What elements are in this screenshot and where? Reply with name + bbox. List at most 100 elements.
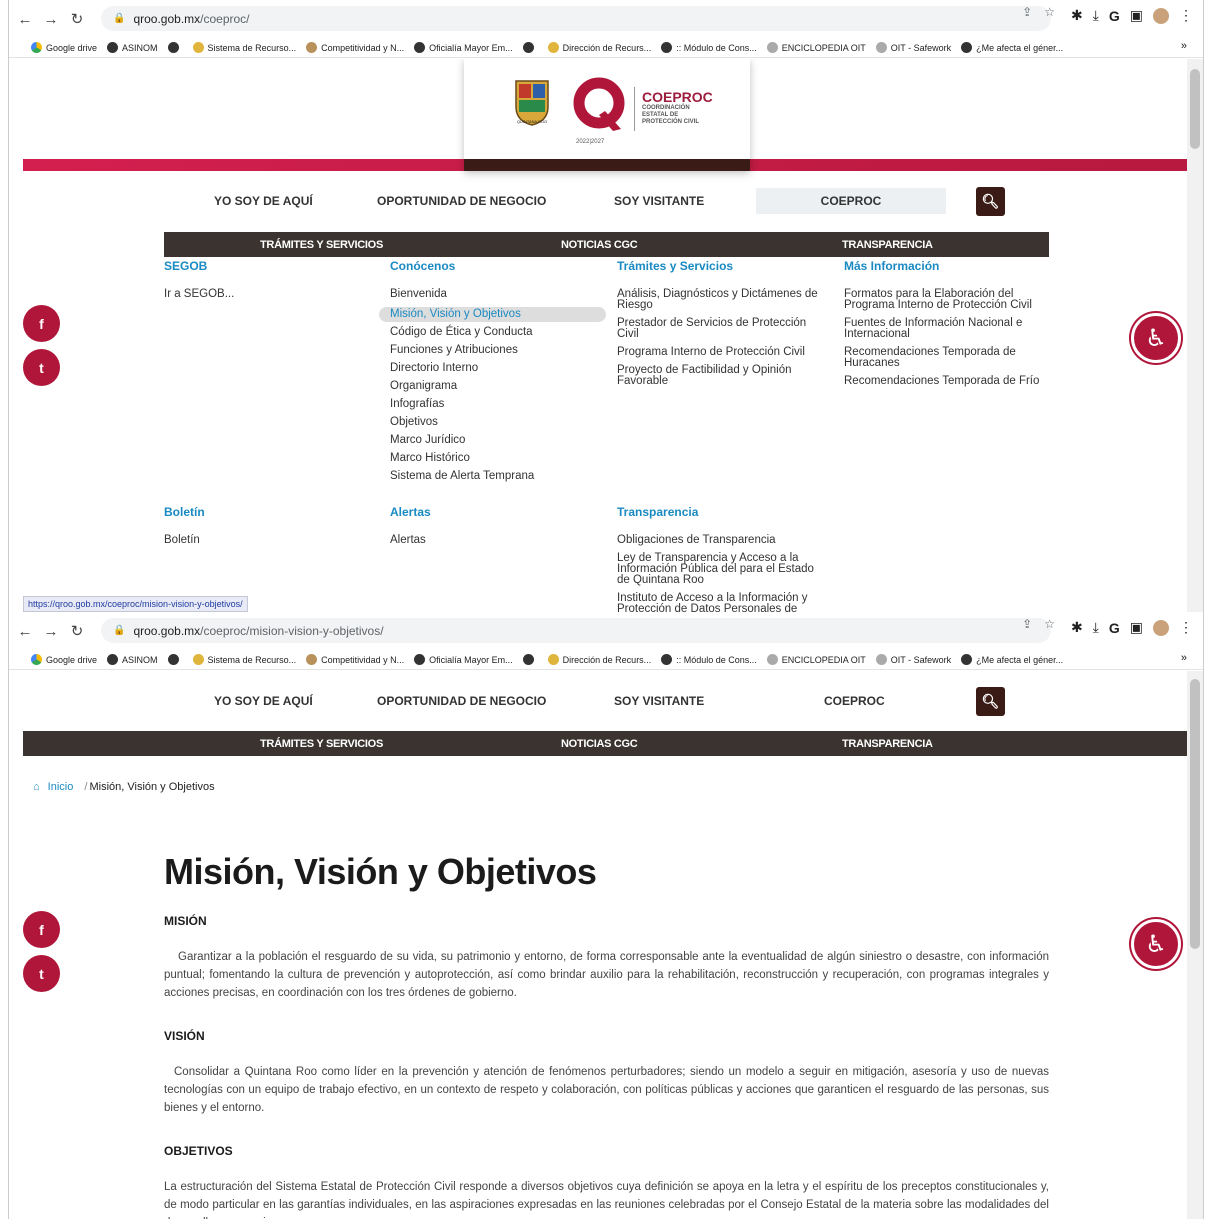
menu-item[interactable]: Funciones y Atribuciones <box>390 344 595 356</box>
nav-coeproc[interactable]: COEPROC <box>824 694 885 708</box>
sidepanel-icon[interactable]: ▣ <box>1130 7 1143 24</box>
menu-heading-conocenos[interactable]: Conócenos <box>390 259 606 273</box>
bookmarks-more-icon[interactable]: » <box>1181 40 1187 52</box>
nav-tramites-y-servicios[interactable]: TRÁMITES Y SERVICIOS <box>260 738 383 750</box>
facebook-icon[interactable]: f <box>23 911 60 948</box>
menu-heading-transparencia[interactable]: Transparencia <box>617 505 822 519</box>
bookmark-item[interactable]: OIT - Safework <box>875 654 951 665</box>
bookmark-item[interactable]: ¿Me afecta el géner... <box>961 42 1063 53</box>
menu-item[interactable]: Marco Histórico <box>390 452 595 464</box>
bookmark-star-icon[interactable]: ☆ <box>1044 5 1055 19</box>
menu-item[interactable]: Bienvenida <box>390 288 595 300</box>
scrollbar-thumb[interactable] <box>1190 69 1200 149</box>
bookmark-item[interactable]: Competitividad y N... <box>306 42 404 53</box>
bookmark-item[interactable]: Google drive <box>31 654 97 665</box>
bookmark-item[interactable]: Competitividad y N... <box>306 654 404 665</box>
menu-heading-boletin[interactable]: Boletín <box>164 505 369 519</box>
nav-soy-visitante[interactable]: SOY VISITANTE <box>614 694 704 708</box>
twitter-icon[interactable]: t <box>23 955 60 992</box>
menu-item[interactable]: Infografías <box>390 398 595 410</box>
reload-icon[interactable]: ↻ <box>67 622 87 640</box>
menu-item[interactable]: Recomendaciones Temporada de Huracanes <box>844 346 1049 369</box>
search-button[interactable]: 🔍︎ <box>976 186 1005 216</box>
nav-soy-visitante[interactable]: SOY VISITANTE <box>614 194 704 208</box>
menu-heading-mas-informacion[interactable]: Más Información <box>844 259 1049 273</box>
menu-item[interactable]: Prestador de Servicios de Protección Civ… <box>617 317 822 340</box>
bookmark-item[interactable]: OIT - Safework <box>875 42 951 53</box>
menu-item[interactable]: Organigrama <box>390 380 595 392</box>
bookmark-item[interactable]: Sistema de Recurso... <box>192 42 296 53</box>
forward-icon[interactable]: → <box>41 11 61 28</box>
scrollbar-thumb[interactable] <box>1190 679 1200 949</box>
menu-icon[interactable]: ⋮ <box>1179 7 1193 24</box>
menu-item[interactable]: Alertas <box>390 534 595 546</box>
menu-item[interactable]: Código de Ética y Conducta <box>390 326 595 338</box>
scrollbar[interactable] <box>1187 671 1203 1219</box>
bookmark-item[interactable]: ¿Me afecta el géner... <box>961 654 1063 665</box>
breadcrumb-home[interactable]: Inicio <box>48 781 74 793</box>
nav-yo-soy-de-aqui[interactable]: YO SOY DE AQUÍ <box>214 694 313 708</box>
scrollbar[interactable] <box>1187 59 1203 612</box>
logo-box[interactable]: QUINTANA ROO 2022|2027 COEPROC COORDINAC… <box>464 59 750 171</box>
share-icon[interactable]: ⇪ <box>1022 617 1032 631</box>
g-extension-icon[interactable]: G <box>1109 8 1120 24</box>
bookmark-item[interactable] <box>167 654 183 665</box>
nav-yo-soy-de-aqui[interactable]: YO SOY DE AQUÍ <box>214 194 313 208</box>
profile-avatar[interactable] <box>1153 7 1169 24</box>
menu-item[interactable]: Recomendaciones Temporada de Frío <box>844 375 1049 387</box>
share-icon[interactable]: ⇪ <box>1022 5 1032 19</box>
menu-heading-tramites[interactable]: Trámites y Servicios <box>617 259 822 273</box>
search-input[interactable]: COEPROC <box>756 188 946 214</box>
nav-noticias-cgc[interactable]: NOTICIAS CGC <box>561 738 638 750</box>
bookmark-item[interactable]: ENCICLOPEDIA OIT <box>766 654 866 665</box>
g-extension-icon[interactable]: G <box>1109 620 1120 636</box>
sidepanel-icon[interactable]: ▣ <box>1130 619 1143 636</box>
menu-item[interactable]: Programa Interno de Protección Civil <box>617 346 822 358</box>
address-bar[interactable]: 🔒 qroo.gob.mx/coeproc/ <box>101 6 1051 31</box>
bookmark-item[interactable]: Oficialía Mayor Em... <box>414 42 513 53</box>
menu-item[interactable]: Fuentes de Información Nacional e Intern… <box>844 317 1049 340</box>
bookmark-item[interactable]: :: Módulo de Cons... <box>661 42 757 53</box>
menu-item[interactable]: Ir a SEGOB... <box>164 288 369 300</box>
download-icon[interactable]: ⤓ <box>1093 7 1099 24</box>
menu-item[interactable]: Proyecto de Factibilidad y Opinión Favor… <box>617 364 822 387</box>
nav-tramites-y-servicios[interactable]: TRÁMITES Y SERVICIOS <box>260 239 383 251</box>
nav-oportunidad-de-negocio[interactable]: OPORTUNIDAD DE NEGOCIO <box>377 694 546 708</box>
search-button[interactable]: 🔍︎ <box>976 686 1005 716</box>
accessibility-icon[interactable]: ♿︎ <box>1131 313 1181 363</box>
bookmark-item[interactable]: Oficialía Mayor Em... <box>414 654 513 665</box>
back-icon[interactable]: ← <box>15 623 35 640</box>
menu-heading-segob[interactable]: SEGOB <box>164 259 369 273</box>
address-bar[interactable]: 🔒 qroo.gob.mx/coeproc/mision-vision-y-ob… <box>101 618 1051 643</box>
bookmark-item[interactable] <box>522 42 538 53</box>
bookmark-item[interactable]: Dirección de Recurs... <box>547 42 651 53</box>
bookmark-item[interactable]: ASINOM <box>107 42 158 53</box>
download-icon[interactable]: ⤓ <box>1093 619 1099 636</box>
menu-item[interactable]: Instituto de Acceso a la Información y P… <box>617 592 822 612</box>
bookmark-item[interactable]: ENCICLOPEDIA OIT <box>766 42 866 53</box>
bookmark-item[interactable]: ASINOM <box>107 654 158 665</box>
twitter-icon[interactable]: t <box>23 349 60 386</box>
accessibility-icon[interactable]: ♿︎ <box>1131 919 1181 969</box>
menu-item[interactable]: Boletín <box>164 534 369 546</box>
bookmark-item[interactable]: Dirección de Recurs... <box>547 654 651 665</box>
facebook-icon[interactable]: f <box>23 305 60 342</box>
nav-oportunidad-de-negocio[interactable]: OPORTUNIDAD DE NEGOCIO <box>377 194 546 208</box>
home-icon[interactable]: ⌂ <box>33 781 40 793</box>
menu-item-active[interactable]: Misión, Visión y Objetivos <box>379 307 606 322</box>
bookmark-item[interactable] <box>167 42 183 53</box>
nav-transparencia[interactable]: TRANSPARENCIA <box>842 239 933 251</box>
menu-heading-alertas[interactable]: Alertas <box>390 505 595 519</box>
bookmark-item[interactable]: Google drive <box>31 42 97 53</box>
extensions-icon[interactable]: ✱ <box>1071 619 1083 636</box>
bookmarks-more-icon[interactable]: » <box>1181 652 1187 664</box>
menu-item[interactable]: Marco Jurídico <box>390 434 595 446</box>
menu-item[interactable]: Obligaciones de Transparencia <box>617 534 822 546</box>
profile-avatar[interactable] <box>1153 619 1169 636</box>
back-icon[interactable]: ← <box>15 11 35 28</box>
menu-item[interactable]: Directorio Interno <box>390 362 595 374</box>
bookmark-star-icon[interactable]: ☆ <box>1044 617 1055 631</box>
menu-item[interactable]: Objetivos <box>390 416 595 428</box>
menu-item[interactable]: Ley de Transparencia y Acceso a la Infor… <box>617 552 822 586</box>
menu-item[interactable]: Formatos para la Elaboración del Program… <box>844 288 1049 311</box>
